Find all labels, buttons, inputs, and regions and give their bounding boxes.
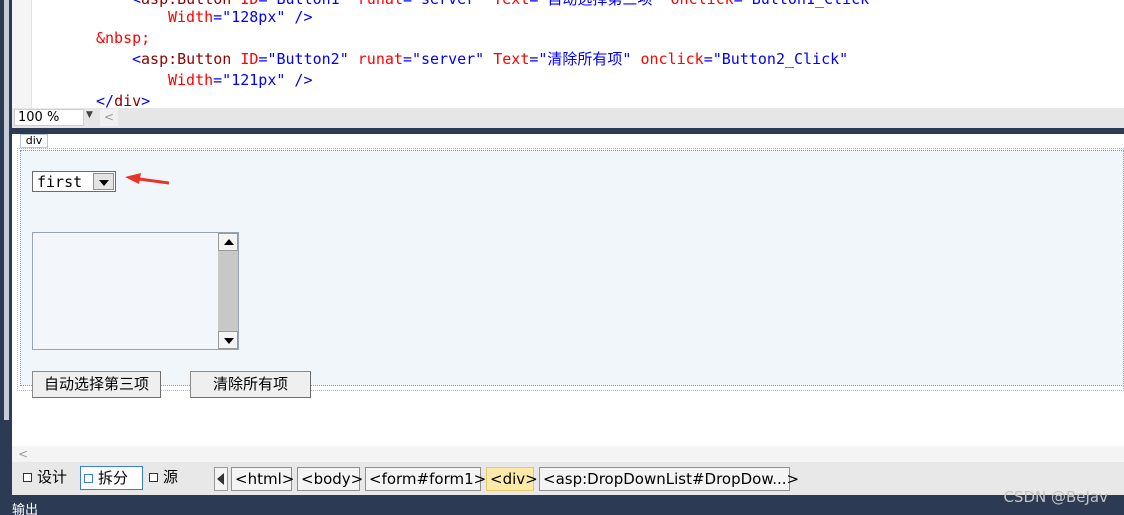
tab-split[interactable]: 拆分: [80, 466, 143, 490]
tab-design[interactable]: 设计: [20, 466, 76, 490]
zoom-level[interactable]: 100 %: [14, 109, 84, 126]
scroll-left-icon[interactable]: <: [100, 109, 118, 126]
code-line: <asp:Button ID="Button2" runat="server" …: [132, 50, 849, 68]
listbox[interactable]: [32, 232, 239, 350]
div-container[interactable]: first 自动选择第三项 清除所有项: [20, 150, 1124, 398]
tab-source[interactable]: 源: [146, 466, 194, 490]
red-arrow-annotation: [125, 173, 169, 185]
dropdown-list[interactable]: first: [32, 171, 116, 192]
design-surface: div first 自动选择第三项 清除所有项: [12, 134, 1124, 446]
breadcrumb-item[interactable]: <div>: [486, 467, 538, 491]
div-tag-label[interactable]: div: [20, 134, 48, 148]
breadcrumb-back-icon[interactable]: [214, 467, 228, 491]
dropdown-arrow-icon[interactable]: [93, 173, 114, 190]
source-view-icon: [149, 473, 158, 482]
code-gutter: [12, 0, 32, 108]
view-switcher-bar: 设计 拆分 源 <html> <body> <form#form1> <div> <as…: [12, 462, 1124, 495]
split-view-icon: [84, 474, 93, 483]
code-line: &nbsp;: [96, 29, 151, 47]
select-third-item-button[interactable]: 自动选择第三项: [32, 371, 161, 398]
dropdown-selected-value: first: [37, 173, 83, 191]
code-editor[interactable]: <asp:Button ID="Button1" runat="server" …: [12, 0, 1124, 108]
clear-all-items-button[interactable]: 清除所有项: [190, 371, 311, 398]
listbox-scrollbar[interactable]: [218, 233, 238, 349]
output-panel-bar: 输出: [0, 495, 1124, 515]
scroll-down-icon[interactable]: [218, 331, 238, 349]
code-line: </div>: [96, 92, 151, 108]
design-view-icon: [23, 473, 32, 482]
watermark: CSDN @BeJav: [1003, 488, 1108, 506]
zoom-bar: 100 % ▼ <: [12, 108, 1124, 128]
chevron-down-icon[interactable]: ▼: [86, 110, 93, 120]
ide-left-frame: [0, 0, 12, 515]
horizontal-scrollbar[interactable]: <: [12, 446, 1124, 462]
output-tab[interactable]: 输出: [12, 499, 38, 515]
code-line: Width="128px" />: [168, 8, 313, 26]
breadcrumb-item[interactable]: <html>: [231, 467, 294, 491]
scroll-up-icon[interactable]: [218, 233, 238, 251]
breadcrumb-item[interactable]: <body>: [297, 467, 363, 491]
breadcrumb-item[interactable]: <form#form1>: [365, 467, 486, 491]
code-line: Width="121px" />: [168, 71, 313, 89]
breadcrumb-item[interactable]: <asp:DropDownList#DropDow...>: [539, 467, 799, 491]
